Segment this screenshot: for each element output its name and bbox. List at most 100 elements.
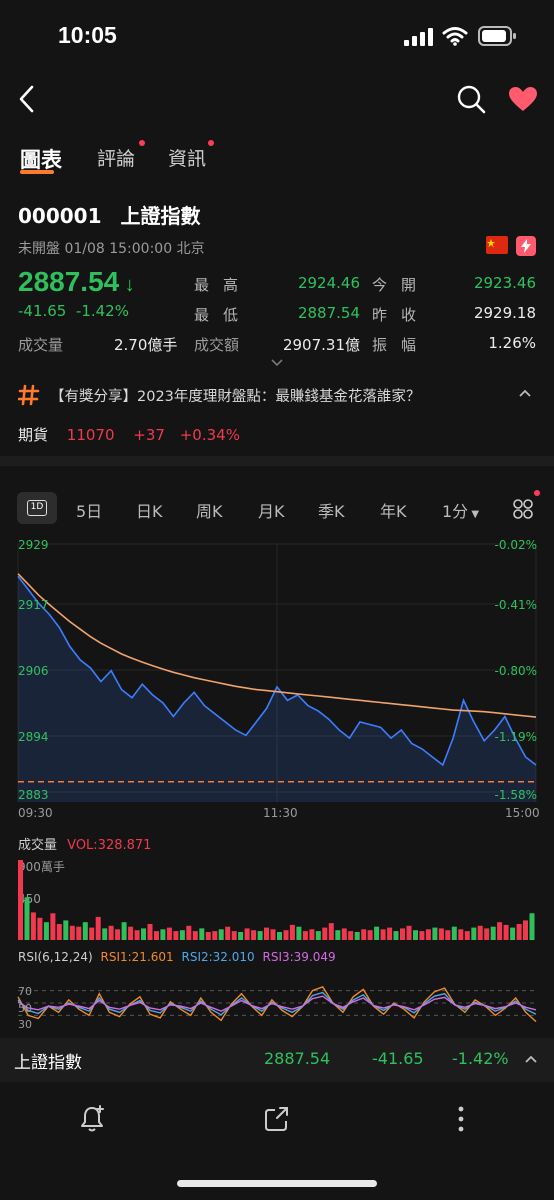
period-year-k[interactable]: 年K: [380, 498, 407, 522]
chevron-up-icon[interactable]: [518, 388, 532, 398]
volume-bar: [238, 932, 244, 940]
volume-bar: [458, 929, 464, 940]
period-quarter-k[interactable]: 季K: [318, 498, 345, 522]
signal-icon: [404, 28, 433, 46]
more-vertical-icon[interactable]: [452, 1104, 470, 1134]
volume-bar: [529, 913, 535, 940]
volume-bar: [141, 928, 146, 940]
volume-bar: [212, 931, 218, 940]
volume-bar: [380, 929, 386, 940]
volume-bar: [108, 925, 114, 940]
share-icon[interactable]: [262, 1104, 292, 1134]
volume-bar: [283, 930, 289, 940]
market-status: 未開盤 01/08 15:00:00 北京: [18, 241, 205, 257]
stock-name: 上證指數: [120, 204, 201, 228]
volume-bar: [361, 929, 367, 940]
current-price: 2887.54 ↓: [18, 266, 135, 297]
period-1min[interactable]: 1分 ▼: [442, 498, 479, 522]
volume-bar: [225, 926, 231, 940]
y-tick-right-4: -1.58%: [494, 788, 537, 802]
open-value: 2923.46: [473, 274, 536, 292]
back-icon[interactable]: [16, 84, 38, 114]
futures-change-pct: +0.34%: [179, 426, 240, 444]
period-month-k[interactable]: 月K: [258, 498, 285, 522]
search-icon[interactable]: [456, 84, 486, 114]
volume-bar: [63, 920, 69, 940]
volume-bar: [154, 931, 159, 940]
volume-bar: [251, 930, 257, 940]
volume-bar: [43, 922, 49, 940]
volume-bar: [277, 932, 282, 940]
layout-badge: [534, 490, 540, 496]
bottom-quote-bar[interactable]: 上證指數 2887.54 -41.65 -1.42%: [0, 1038, 554, 1082]
turnover-label: 成交額: [194, 336, 240, 354]
y-tick-right-3: -1.19%: [494, 730, 537, 744]
volume-bar: [205, 932, 211, 940]
volume-bar: [302, 931, 308, 940]
tab-news[interactable]: 資訊: [168, 144, 206, 171]
bell-plus-icon[interactable]: [78, 1104, 108, 1134]
price-chart-svg: [17, 543, 537, 802]
volume-bar: [18, 860, 23, 940]
china-flag-icon: [486, 236, 508, 254]
open-label: 今開: [372, 276, 431, 294]
volume-bar: [30, 912, 36, 940]
period-1d[interactable]: 1D: [27, 500, 47, 516]
app-root: 10:05 圖表 評論 資訊 000001 上證指數 未開盤 01/08 15:…: [0, 0, 554, 1200]
grid-layout-icon[interactable]: [512, 498, 534, 520]
volume-bar: [335, 930, 341, 940]
volume-bar: [503, 924, 509, 940]
section-divider: [0, 456, 554, 466]
volume-chart-svg: [18, 860, 535, 940]
status-bar: 10:05: [0, 0, 554, 72]
y-tick-left-0: 2929: [18, 538, 49, 552]
expand-bottom-icon[interactable]: [524, 1054, 538, 1064]
volume-bar: [445, 930, 451, 940]
rsi-header: RSI(6,12,24) RSI1:21.601 RSI2:32.010 RSI…: [18, 950, 336, 964]
bottom-toolbar: [0, 1090, 554, 1150]
volume-bar: [128, 926, 134, 940]
low-label: 最低: [194, 306, 253, 324]
futures-row[interactable]: 期貨 11070 +37 +0.34%: [18, 424, 240, 445]
period-5d[interactable]: 5日: [76, 498, 102, 522]
top-nav: [0, 72, 554, 128]
volume-bar: [199, 928, 205, 940]
hash-icon: [18, 384, 40, 406]
rsi-level-50: 50: [18, 1002, 32, 1015]
bottom-change-pct: -1.42%: [452, 1049, 509, 1068]
bottom-stock-name: 上證指數: [14, 1053, 82, 1073]
futures-value: 11070: [66, 426, 115, 444]
volume-bar: [413, 930, 418, 940]
rsi-level-70: 70: [18, 985, 32, 998]
rsi-level-30: 30: [18, 1018, 32, 1031]
rsi3-value: RSI3:39.049: [262, 950, 336, 964]
price-change: -41.65 -1.42%: [18, 302, 129, 320]
intraday-chart[interactable]: 2929 2917 2906 2894 2883 -0.02% -0.41% -…: [0, 530, 554, 830]
volume-bar: [186, 925, 192, 940]
volume-bar: [89, 927, 95, 940]
tab-active-indicator: [20, 170, 54, 174]
period-selector: 1D 5日 日K 周K 月K 季K 年K 1分 ▼: [0, 490, 554, 526]
y-tick-right-0: -0.02%: [494, 538, 537, 552]
rsi1-value: RSI1:21.601: [100, 950, 174, 964]
tab-bar: 圖表 評論 資訊: [0, 140, 554, 180]
volume-bar: [309, 929, 315, 940]
status-time: 10:05: [58, 22, 117, 48]
volume-bar: [244, 928, 250, 940]
volume-bar: [348, 931, 354, 940]
volume-bar: [406, 925, 412, 940]
heart-icon[interactable]: [508, 86, 538, 112]
rsi3-line: [17, 995, 537, 1012]
tab-comments[interactable]: 評論: [97, 144, 135, 171]
volume-bar: [95, 916, 101, 940]
lightning-icon[interactable]: [516, 236, 536, 256]
period-week-k[interactable]: 周K: [196, 498, 223, 522]
expand-quote-icon[interactable]: [270, 358, 284, 368]
prev-close-value: 2929.18: [473, 304, 536, 322]
period-day-k[interactable]: 日K: [136, 498, 163, 522]
volume-bar: [82, 922, 88, 940]
y-tick-left-3: 2894: [18, 730, 49, 744]
news-banner[interactable]: 【有獎分享】2023年度理財盤點：最賺錢基金花落誰家？: [0, 372, 554, 416]
low-value: 2887.54: [297, 304, 360, 322]
volume-bar: [341, 928, 347, 940]
